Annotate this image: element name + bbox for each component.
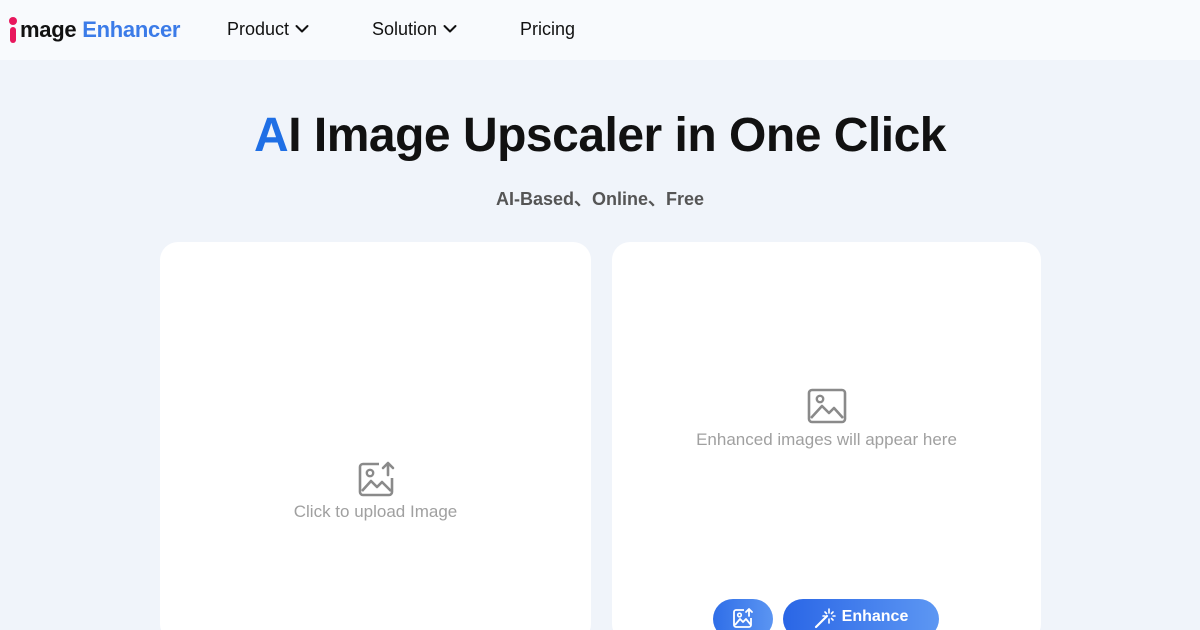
image-placeholder-icon	[807, 388, 846, 424]
enhance-button-label: Enhance	[841, 608, 909, 625]
nav-product-label: Product	[227, 18, 290, 39]
nav-pricing-label: Pricing	[520, 18, 576, 39]
nav-solution[interactable]: Solution	[372, 18, 457, 40]
page-title: AI Image Upscaler in One Click	[0, 108, 1200, 163]
nav-pricing[interactable]: Pricing	[520, 18, 575, 40]
reupload-button[interactable]	[713, 599, 773, 630]
page-subtitle: AI-Based、Online、Free	[495, 189, 705, 209]
result-placeholder-text: Enhanced images will appear here	[696, 430, 957, 449]
upload-prompt[interactable]: Click to upload Image	[160, 460, 591, 522]
page-title-accent: A	[254, 109, 289, 162]
logo-i-mark	[8, 17, 18, 43]
logo-text-main: mage	[20, 17, 77, 42]
nav-solution-label: Solution	[372, 18, 438, 39]
nav-product[interactable]: Product	[227, 18, 309, 40]
magic-wand-icon	[814, 608, 836, 629]
result-panel: Enhanced images will appear here Enhance	[612, 242, 1041, 630]
chevron-down-icon	[443, 25, 457, 33]
enhance-button[interactable]: Enhance	[783, 599, 939, 630]
image-upload-icon	[733, 608, 753, 628]
upload-dropzone[interactable]: Click to upload Image	[160, 242, 591, 630]
logo-text-accent: Enhancer	[82, 17, 181, 42]
result-placeholder: Enhanced images will appear here	[612, 388, 1041, 450]
top-navbar: mage Enhancer Product Solution Pricing	[0, 0, 1200, 60]
page-title-rest: I Image Upscaler in One Click	[288, 109, 946, 162]
brand-logo[interactable]: mage Enhancer	[8, 14, 180, 46]
chevron-down-icon	[295, 25, 309, 33]
upload-prompt-text: Click to upload Image	[293, 502, 458, 521]
image-upload-icon	[358, 461, 394, 497]
